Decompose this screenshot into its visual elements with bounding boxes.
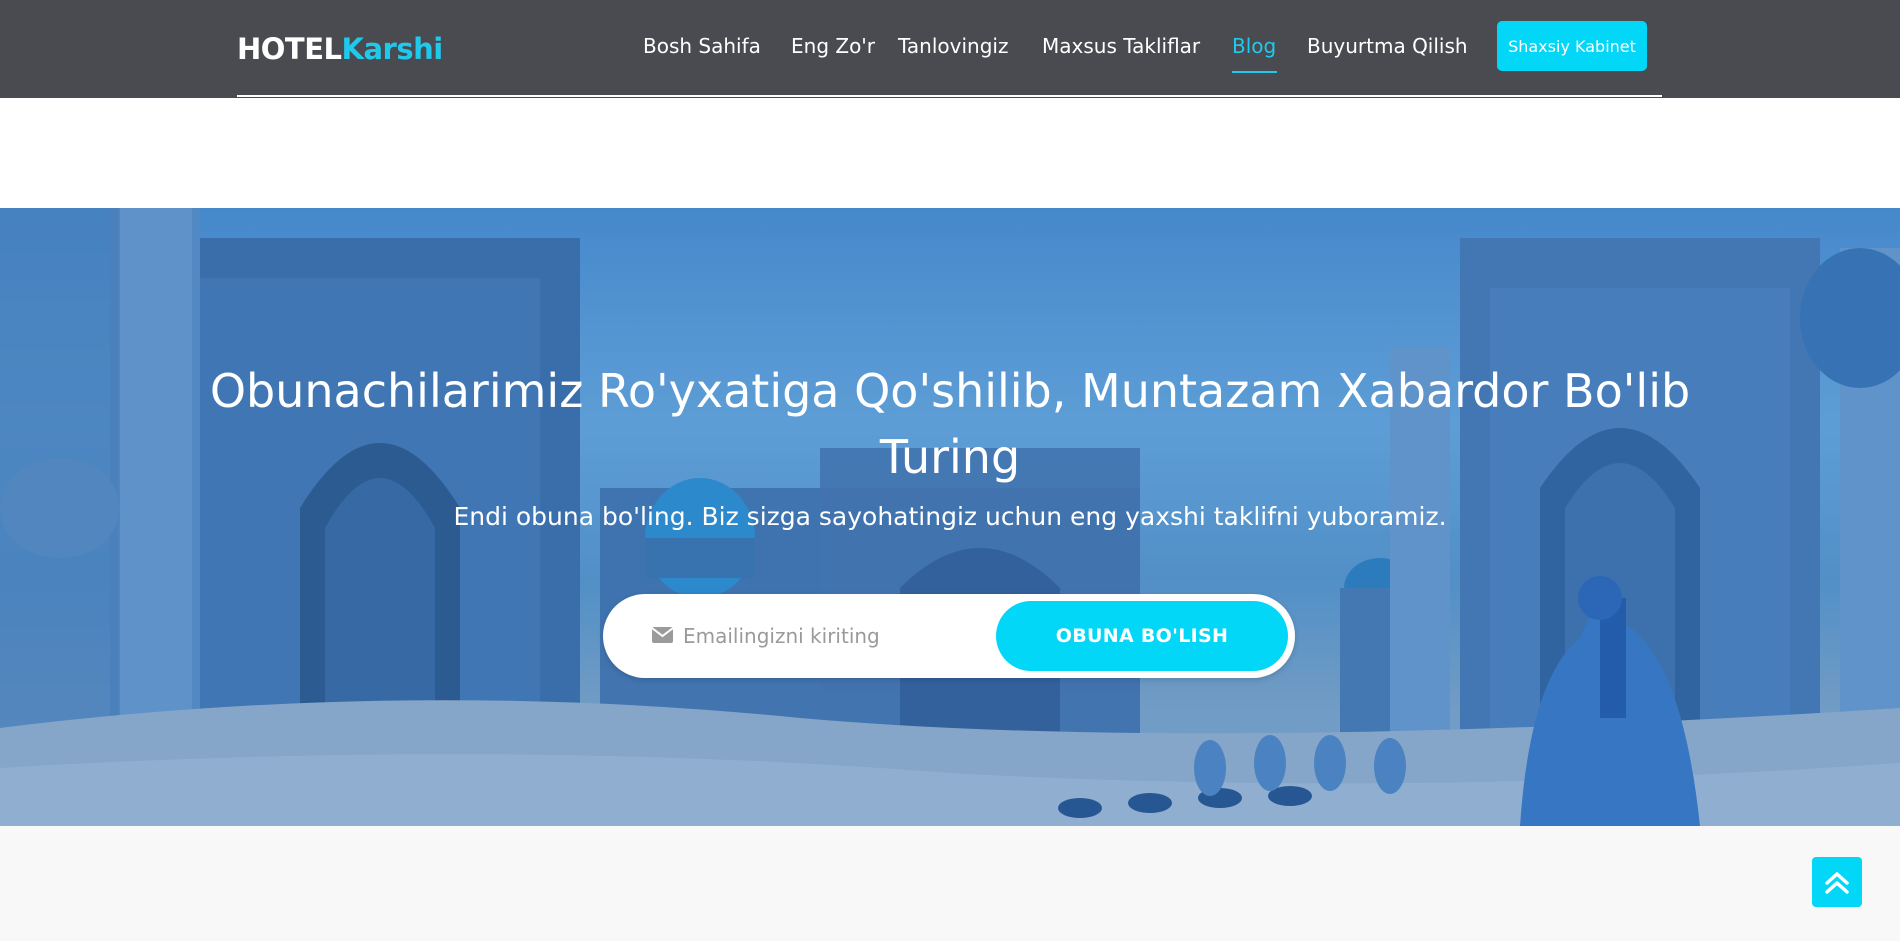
- nav-bosh-sahifa[interactable]: Bosh Sahifa: [643, 34, 761, 58]
- nav-maxsus-takliflar[interactable]: Maxsus Takliflar: [1042, 34, 1200, 58]
- subscribe-button[interactable]: OBUNA BO'LISH: [996, 601, 1288, 671]
- personal-cabinet-button[interactable]: Shaxsiy Kabinet: [1497, 21, 1647, 71]
- logo-text-karshi: Karshi: [341, 32, 444, 66]
- email-input[interactable]: [683, 616, 983, 656]
- nav-buyurtma-qilish[interactable]: Buyurtma Qilish: [1307, 34, 1468, 58]
- double-chevron-up-icon: [1825, 872, 1849, 894]
- header-divider: [237, 95, 1662, 97]
- page-bottom-section: [0, 826, 1900, 941]
- envelope-icon: [652, 627, 673, 643]
- nav-eng-zor[interactable]: Eng Zo'r: [791, 34, 875, 58]
- hero-title: Obunachilarimiz Ro'yxatiga Qo'shilib, Mu…: [209, 364, 1691, 484]
- subscribe-hero-section: Obunachilarimiz Ro'yxatiga Qo'shilib, Mu…: [0, 208, 1900, 826]
- nav-blog[interactable]: Blog: [1232, 34, 1276, 58]
- nav-active-underline: [1232, 71, 1277, 73]
- scroll-to-top-button[interactable]: [1812, 857, 1862, 907]
- nav-tanlovingiz[interactable]: Tanlovingiz: [898, 34, 1008, 58]
- subscribe-form: OBUNA BO'LISH: [603, 594, 1295, 678]
- logo-text-hotel: HOTEL: [237, 32, 342, 66]
- site-logo[interactable]: HOTELKarshi: [237, 32, 443, 66]
- hero-subtitle: Endi obuna bo'ling. Biz sizga sayohating…: [453, 502, 1447, 531]
- top-navbar: HOTELKarshi Bosh Sahifa Eng Zo'r Tanlovi…: [0, 0, 1900, 98]
